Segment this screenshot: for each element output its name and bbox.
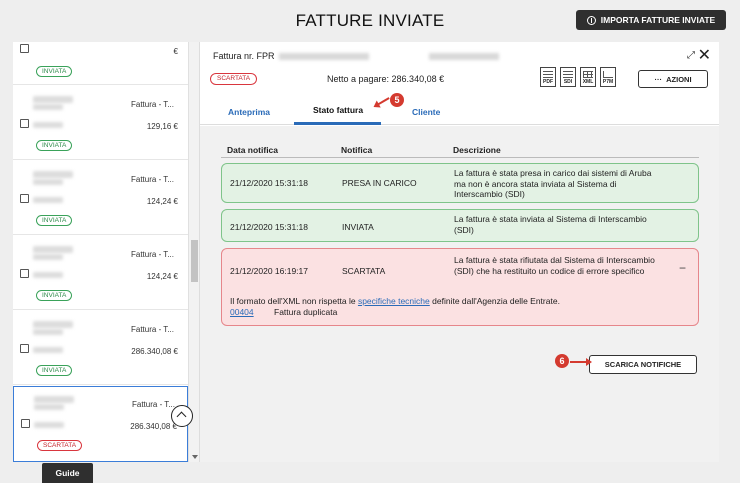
status-badge: SCARTATA [210, 73, 258, 85]
status-badge: INVIATA [36, 215, 73, 226]
notification-desc: La fattura è stata inviata al Sistema di… [454, 214, 647, 235]
notification-date: 21/12/2020 15:31:18 [230, 178, 308, 188]
xml-download-icon[interactable]: XML [580, 67, 596, 87]
status-badge: SCARTATA [37, 440, 83, 451]
p7m-download-icon[interactable]: P7M [600, 67, 616, 87]
scarica-notifiche-button[interactable]: SCARICA NOTIFICHE [589, 355, 697, 374]
invoice-header: Fattura nr. FPR [213, 51, 499, 61]
error-code-link[interactable]: 00404 [230, 307, 254, 317]
notification-row: 21/12/2020 15:31:18 PRESA IN CARICO La f… [221, 163, 699, 203]
list-item[interactable]: € INVIATA [13, 42, 188, 85]
status-badge: INVIATA [36, 365, 73, 376]
row-type: Fattura - T... [131, 100, 174, 109]
row-type: Fattura - T... [132, 400, 175, 409]
pdf-download-icon[interactable]: PDF [540, 67, 556, 87]
step-marker-6: 6 [555, 354, 569, 368]
table-header: Data notifica Notifica Descrizione [221, 144, 699, 158]
import-invoices-button[interactable]: IMPORTA FATTURE INVIATE [576, 10, 726, 30]
netto-amount: Netto a pagare: 286.340,08 € [327, 74, 445, 84]
guide-button[interactable]: Guide [42, 463, 93, 483]
tab-anteprima[interactable]: Anteprima [228, 107, 270, 117]
row-checkbox[interactable] [20, 344, 29, 353]
row-amount: 286.340,08 € [131, 347, 178, 356]
detail-tabs [200, 100, 719, 125]
notification-desc: La fattura è stata presa in carico dai s… [454, 168, 652, 199]
header-notifica: Notifica [341, 145, 373, 155]
row-checkbox[interactable] [20, 269, 29, 278]
list-item[interactable]: Fattura - T... 286.340,08 € INVIATA [13, 310, 188, 385]
import-icon [586, 15, 596, 25]
tab-cliente[interactable]: Cliente [412, 107, 440, 117]
list-item[interactable]: Fattura - T... 124,24 € INVIATA [13, 160, 188, 235]
tab-stato-fattura[interactable]: Stato fattura [313, 105, 363, 115]
list-item[interactable]: Fattura - T... 124,24 € INVIATA [13, 235, 188, 310]
row-type: Fattura - T... [131, 175, 174, 184]
active-tab-indicator [294, 122, 381, 125]
invoice-number-label: Fattura nr. FPR [213, 51, 275, 61]
notification-row-error[interactable]: 21/12/2020 16:19:17 SCARTATA La fattura … [221, 248, 699, 326]
specifiche-tecniche-link[interactable]: specifiche tecniche [358, 296, 430, 306]
row-checkbox[interactable] [21, 419, 30, 428]
notification-date: 21/12/2020 15:31:18 [230, 222, 308, 232]
row-amount: € [173, 47, 178, 56]
row-type: Fattura - T... [131, 250, 174, 259]
notification-desc: La fattura è stata rifiutata dal Sistema… [454, 255, 655, 276]
status-badge: INVIATA [36, 290, 73, 301]
notification-type: PRESA IN CARICO [342, 178, 417, 188]
row-checkbox[interactable] [20, 44, 29, 53]
step-marker-5: 5 [390, 93, 404, 107]
row-checkbox[interactable] [20, 194, 29, 203]
row-type: Fattura - T... [131, 325, 174, 334]
scrollbar-thumb[interactable] [191, 240, 198, 282]
header-descrizione: Descrizione [453, 145, 501, 155]
sdi-download-icon[interactable]: SDI [560, 67, 576, 87]
import-button-label: IMPORTA FATTURE INVIATE [600, 15, 716, 25]
header-date: Data notifica [227, 145, 279, 155]
notification-row: 21/12/2020 15:31:18 INVIATA La fattura è… [221, 209, 699, 242]
invoice-detail-panel: Fattura nr. FPR ⤢ ✕ SCARTATA Netto a pag… [200, 42, 719, 462]
marker-arrow [570, 361, 588, 363]
notifications-area: Data notifica Notifica Descrizione 21/12… [200, 126, 719, 462]
invoice-list: € INVIATA Fattura - T... 129,16 € INVIAT… [13, 42, 200, 462]
row-amount: 124,24 € [146, 272, 178, 281]
error-detail: Il formato dell'XML non rispetta le spec… [230, 296, 560, 317]
scroll-top-button[interactable] [171, 405, 193, 427]
list-item-selected[interactable]: Fattura - T... 286.340,08 € SCARTATA [13, 386, 188, 462]
row-amount: 286.340,08 € [130, 422, 177, 431]
collapse-icon[interactable]: − [679, 261, 686, 275]
notification-date: 21/12/2020 16:19:17 [230, 266, 308, 276]
notification-type: INVIATA [342, 222, 374, 232]
list-item[interactable]: Fattura - T... 129,16 € INVIATA [13, 85, 188, 160]
scroll-down-icon[interactable] [192, 455, 198, 459]
row-amount: 129,16 € [146, 122, 178, 131]
status-badge: INVIATA [36, 140, 73, 151]
error-code-desc: Fattura duplicata [274, 307, 338, 317]
notification-type: SCARTATA [342, 266, 386, 276]
expand-icon[interactable]: ⤢ [687, 50, 695, 61]
row-amount: 124,24 € [146, 197, 178, 206]
list-scrollbar[interactable] [188, 42, 199, 462]
azioni-button[interactable]: ··· AZIONI [638, 70, 708, 88]
close-icon[interactable]: ✕ [698, 48, 711, 64]
row-checkbox[interactable] [20, 119, 29, 128]
status-badge: INVIATA [36, 66, 73, 77]
download-icons: PDF SDI XML P7M [540, 67, 616, 87]
